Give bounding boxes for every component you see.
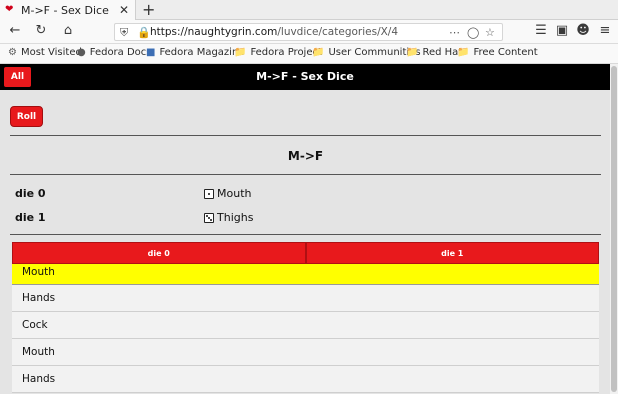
tab-title: M->F - Sex Dice (21, 3, 109, 17)
reload-icon[interactable]: ↻ (34, 24, 48, 38)
die-1-result: Thighs (217, 211, 254, 224)
results-header: die 0 die 1 (12, 242, 599, 264)
folder-icon: 📁 (234, 47, 247, 58)
die-pip (210, 218, 212, 221)
die-face-three-icon (204, 212, 214, 223)
column-header-die-0[interactable]: die 0 (12, 242, 306, 264)
folder-icon: 📁 (312, 47, 325, 58)
app-title: M->F - Sex Dice (256, 70, 354, 83)
die-0-result: Mouth (217, 187, 252, 200)
bookmark-fedora-docs[interactable]: ● Fedora Docs (77, 47, 152, 58)
table-row[interactable]: Mouth (12, 339, 599, 366)
page-content: M->F - Sex Dice All Roll M->F die 0 Mout… (0, 64, 610, 394)
close-tab-icon[interactable]: ✕ (119, 3, 129, 17)
section-title: M->F (287, 149, 324, 163)
die-1-label: die 1 (15, 211, 46, 224)
nav-bar: ← ↻ ⌂ ⛨ 🔒 https://naughtygrin.com/luvdic… (0, 20, 618, 44)
library-icon[interactable]: ☰ (534, 24, 548, 38)
url-host: https://naughtygrin.com (150, 26, 278, 38)
folder-icon: 📁 (457, 47, 470, 58)
home-icon[interactable]: ⌂ (61, 24, 75, 38)
url-path: /luvdice/categories/X/4 (277, 26, 399, 38)
more-actions-icon[interactable]: ⋯ (449, 26, 460, 39)
table-row[interactable]: Cock (12, 312, 599, 339)
url-text: https://naughtygrin.com/luvdice/categori… (150, 26, 398, 38)
scrollbar-thumb[interactable] (611, 66, 617, 392)
die-face-one-icon (204, 188, 214, 199)
results-table: die 0 die 1 Mouth Hands Cock Mouth Hands (12, 242, 599, 393)
pocket-icon[interactable]: ◯ (467, 26, 479, 39)
app-header: M->F - Sex Dice All (0, 64, 610, 90)
all-button[interactable]: All (4, 67, 31, 87)
sidebar-icon[interactable]: ▣ (555, 24, 569, 38)
die-0-label: die 0 (15, 187, 46, 200)
shield-icon[interactable]: ⛨ (120, 26, 128, 39)
new-tab-icon[interactable]: + (142, 1, 155, 19)
table-row[interactable]: Hands (12, 285, 599, 312)
bookmarks-toolbar: ⚙ Most Visited ● Fedora Docs ■ Fedora Magaz… (0, 44, 618, 64)
bookmark-fedora-magazine[interactable]: ■ Fedora Magazine (146, 47, 244, 58)
die-0-value: Mouth (204, 187, 251, 200)
bookmark-most-visited[interactable]: ⚙ Most Visited (8, 47, 82, 58)
folder-icon: 📁 (406, 47, 419, 58)
fedora-icon: ■ (146, 47, 156, 58)
lock-icon[interactable]: 🔒 (137, 26, 151, 39)
browser-tab[interactable]: ❤ M->F - Sex Dice ✕ (0, 0, 136, 20)
heart-favicon-icon: ❤ (5, 4, 14, 15)
bookmark-red-hat[interactable]: 📁 Red Hat (406, 47, 462, 58)
gear-icon: ⚙ (8, 47, 17, 58)
globe-icon: ● (77, 47, 86, 58)
url-bar[interactable]: ⛨ 🔒 https://naughtygrin.com/luvdice/cate… (114, 23, 503, 41)
bookmark-star-icon[interactable]: ☆ (485, 26, 495, 39)
tab-bar: ❤ M->F - Sex Dice ✕ + (0, 0, 618, 20)
table-row-highlighted[interactable]: Mouth (12, 264, 599, 285)
die-1-value: Thighs (204, 211, 253, 224)
menu-icon[interactable]: ≡ (598, 24, 612, 38)
column-header-die-1[interactable]: die 1 (305, 242, 599, 264)
divider (10, 135, 601, 136)
back-icon[interactable]: ← (8, 24, 22, 38)
die-pip (208, 192, 210, 195)
table-row[interactable]: Hands (12, 366, 599, 393)
bookmark-fedora-project[interactable]: 📁 Fedora Project (234, 47, 322, 58)
account-icon[interactable]: ☻ (576, 24, 590, 38)
bookmark-free-content[interactable]: 📁 Free Content (457, 47, 538, 58)
divider (10, 174, 601, 175)
bookmark-user-communities[interactable]: 📁 User Communities (312, 47, 421, 58)
roll-button[interactable]: Roll (10, 106, 43, 127)
divider (10, 234, 601, 235)
